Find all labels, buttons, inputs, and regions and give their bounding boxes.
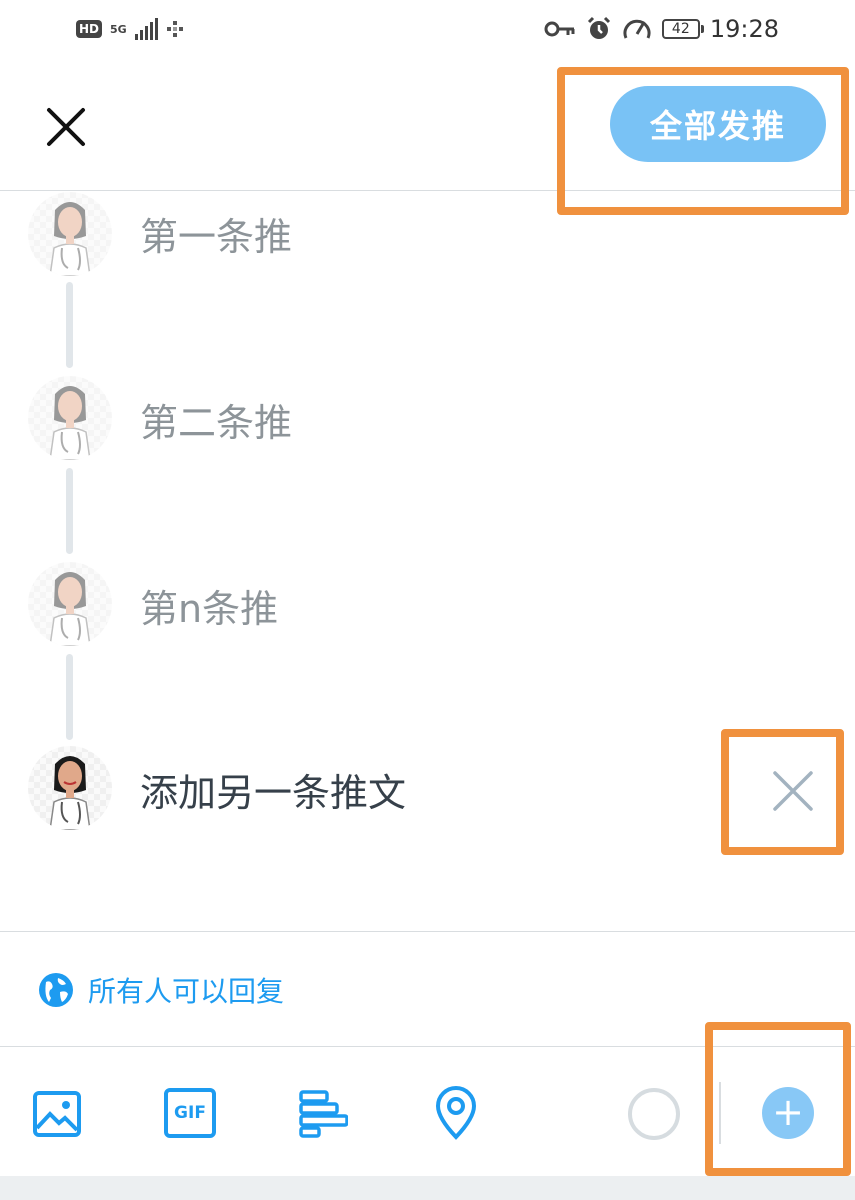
avatar [28,192,112,276]
data-icon [166,21,183,37]
status-bar: HD 5G 42 19:28 [0,0,855,58]
alarm-icon [587,16,610,39]
thread-connector [66,654,73,740]
avatar [28,562,112,646]
thread-connector [66,282,73,368]
avatar [28,376,112,460]
doctor-avatar-icon [49,756,91,830]
composer-tweet[interactable]: 添加另一条推文 [28,746,728,832]
tweet-text: 第一条推 [140,215,293,259]
doctor-avatar-icon [49,386,91,460]
tweet-text: 第n条推 [140,587,279,631]
location-icon[interactable] [434,1086,478,1140]
battery-icon: 42 [661,19,704,39]
navigation-bar [0,1176,855,1200]
clock: 19:28 [709,15,779,43]
poll-icon[interactable] [298,1088,348,1138]
speed-icon [623,19,651,39]
thread-tweet[interactable]: 第n条推 [28,562,788,648]
highlight-box-add [705,1022,851,1176]
avatar [28,746,112,830]
doctor-avatar-icon [49,572,91,646]
character-counter [628,1088,680,1140]
thread-connector [66,468,73,554]
close-icon[interactable] [45,106,87,148]
globe-icon [39,973,73,1007]
composer-input[interactable]: 添加另一条推文 [140,762,406,817]
thread-tweet[interactable]: 第二条推 [28,376,788,462]
status-left: HD 5G [76,14,184,44]
gif-icon[interactable]: GIF [164,1088,216,1138]
signal-icon [134,18,158,40]
tweet-text: 第二条推 [140,401,293,445]
image-icon[interactable] [32,1090,82,1138]
divider [0,931,855,932]
highlight-box-remove [721,729,844,855]
hd-icon: HD [76,20,103,38]
status-right: 42 19:28 [544,12,779,46]
thread-tweet[interactable]: 第一条推 [28,192,788,278]
doctor-avatar-icon [49,202,91,276]
network-type: 5G [110,22,127,36]
vpn-key-icon [544,21,575,37]
reply-setting[interactable]: 所有人可以回复 [38,968,284,1012]
reply-setting-label: 所有人可以回复 [88,975,285,1008]
